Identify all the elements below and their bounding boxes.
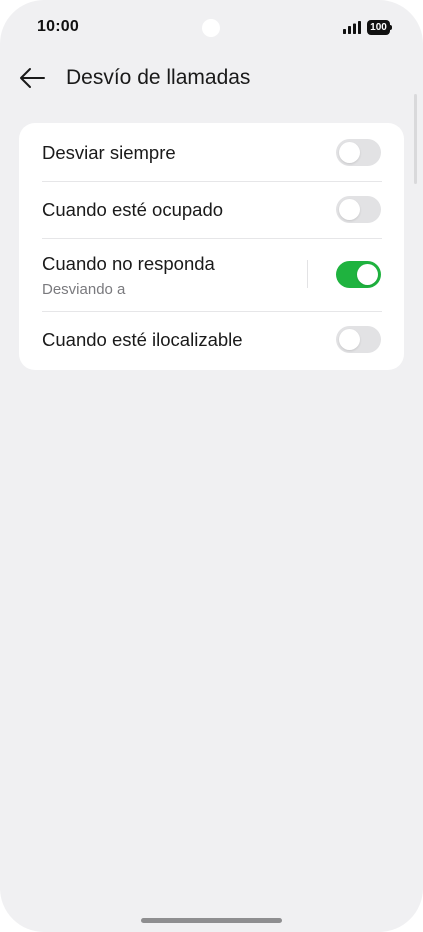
battery-level: 100 [367, 20, 390, 35]
battery-icon: 100 [367, 20, 393, 35]
option-row-unreachable[interactable]: Cuando esté ilocalizable [19, 312, 404, 370]
option-row-always[interactable]: Desviar siempre [19, 123, 404, 181]
option-row-busy[interactable]: Cuando esté ocupado [19, 182, 404, 238]
toggle-knob [357, 264, 378, 285]
option-sublabel: Desviando a [42, 281, 126, 298]
toggle-knob [339, 329, 360, 350]
option-row-no-answer[interactable]: Cuando no responda Desviando a [19, 239, 404, 311]
signal-icon [343, 21, 361, 34]
back-button[interactable] [14, 62, 50, 94]
scrollbar[interactable] [414, 94, 417, 184]
arrow-left-icon [20, 68, 45, 88]
option-label: Cuando esté ocupado [42, 199, 224, 220]
vertical-divider [307, 260, 308, 288]
home-indicator[interactable] [141, 918, 282, 923]
option-label: Desviar siempre [42, 142, 176, 163]
page-title: Desvío de llamadas [66, 66, 251, 89]
option-label: Cuando esté ilocalizable [42, 329, 243, 350]
call-forwarding-card: Desviar siempre Cuando esté ocupado Cuan… [19, 123, 404, 370]
toggle-knob [339, 142, 360, 163]
option-label: Cuando no responda [42, 253, 215, 274]
status-bar: 10:00 100 [0, 0, 423, 54]
toggle-switch-unreachable[interactable] [336, 326, 381, 353]
front-camera-cutout [202, 19, 220, 37]
phone-screen: 10:00 100 Desvío de llamadas Desviar sie… [0, 0, 423, 932]
header: Desvío de llamadas [0, 58, 423, 98]
toggle-switch-no-answer[interactable] [336, 261, 381, 288]
toggle-switch-busy[interactable] [336, 196, 381, 223]
status-time: 10:00 [37, 18, 79, 35]
toggle-knob [339, 199, 360, 220]
toggle-switch-always[interactable] [336, 139, 381, 166]
